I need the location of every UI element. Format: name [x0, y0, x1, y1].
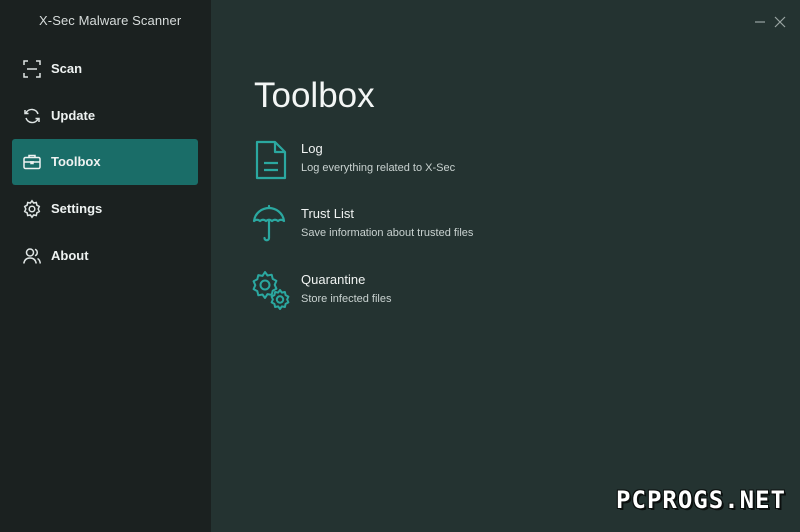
sidebar-item-label: Settings	[51, 201, 103, 216]
page-title: Toolbox	[254, 76, 375, 115]
tool-description: Log everything related to X-Sec	[301, 162, 456, 174]
gear-icon	[22, 199, 42, 219]
close-button[interactable]	[772, 14, 788, 30]
users-icon	[22, 246, 42, 266]
minimize-icon	[752, 14, 768, 30]
sidebar-item-update[interactable]: Update	[12, 93, 198, 139]
tool-description: Store infected files	[301, 293, 392, 305]
tool-quarantine[interactable]: Quarantine Store infected files	[251, 270, 571, 316]
sidebar-item-label: About	[51, 248, 89, 263]
tool-log[interactable]: Log Log everything related to X-Sec	[251, 139, 571, 185]
quarantine-gears-icon	[251, 270, 293, 312]
main-content: Toolbox Log Log everything related to X-…	[211, 0, 800, 532]
sidebar: X-Sec Malware Scanner Scan Update Toolbo…	[0, 0, 211, 532]
tool-trust-list[interactable]: Trust List Save information about truste…	[251, 204, 571, 250]
tool-name: Log	[301, 141, 323, 156]
sidebar-item-label: Scan	[51, 61, 83, 76]
toolbox-icon	[22, 152, 42, 172]
app-window: X-Sec Malware Scanner Scan Update Toolbo…	[0, 0, 800, 532]
scan-icon	[22, 59, 42, 79]
sidebar-item-label: Toolbox	[51, 154, 101, 169]
sidebar-item-settings[interactable]: Settings	[12, 186, 198, 232]
sidebar-item-label: Update	[51, 108, 96, 123]
minimize-button[interactable]	[752, 14, 768, 30]
close-icon	[772, 14, 788, 30]
umbrella-icon	[251, 204, 293, 246]
tool-description: Save information about trusted files	[301, 227, 474, 239]
watermark: PCPROGS.NET	[616, 486, 786, 514]
tool-name: Trust List	[301, 206, 354, 221]
app-title: X-Sec Malware Scanner	[39, 13, 182, 28]
sidebar-item-toolbox[interactable]: Toolbox	[12, 139, 198, 185]
refresh-icon	[22, 106, 42, 126]
document-icon	[251, 139, 293, 181]
sidebar-item-scan[interactable]: Scan	[12, 46, 198, 92]
tool-name: Quarantine	[301, 272, 366, 287]
sidebar-item-about[interactable]: About	[12, 233, 198, 279]
